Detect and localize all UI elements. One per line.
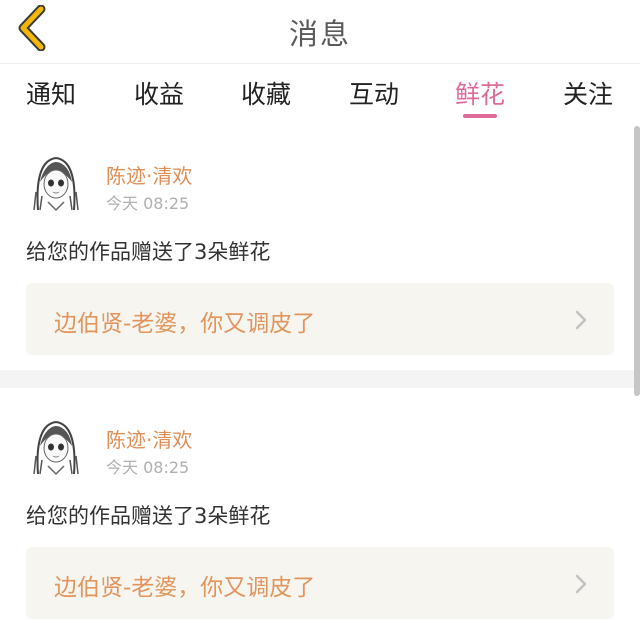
username[interactable]: 陈迹·清欢 (106, 424, 192, 453)
tab-notifications[interactable]: 通知 (22, 64, 80, 120)
work-link-card[interactable]: 边伯贤-老婆，你又调皮了 (26, 283, 614, 355)
scrollbar[interactable] (634, 126, 640, 396)
work-title: 边伯贤-老婆，你又调皮了 (54, 311, 316, 337)
message-text: 给您的作品赠送了3朵鲜花 (26, 504, 271, 528)
header-bar: 消息 (0, 0, 640, 64)
tab-bar: 通知 收益 收藏 互动 鲜花 关注 (0, 64, 640, 120)
back-chevron-icon (18, 5, 46, 51)
avatar[interactable] (30, 152, 82, 212)
tab-interactions[interactable]: 互动 (345, 64, 403, 120)
message-item: 陈迹·清欢 今天 08:25 给您的作品赠送了3朵鲜花 边伯贤-老婆，你又调皮了 (0, 120, 634, 370)
timestamp: 今天 08:25 (106, 458, 190, 477)
chevron-right-icon (575, 310, 587, 330)
timestamp: 今天 08:25 (106, 194, 190, 213)
work-link-card[interactable]: 边伯贤-老婆，你又调皮了 (26, 547, 614, 619)
messages-screen: 消息 通知 收益 收藏 互动 鲜花 关注 陈迹·清欢 今天 08:25 给您的作… (0, 0, 640, 631)
tab-earnings[interactable]: 收益 (130, 64, 188, 120)
tab-favorites[interactable]: 收藏 (237, 64, 295, 120)
tab-follows[interactable]: 关注 (559, 64, 617, 120)
work-title: 边伯贤-老婆，你又调皮了 (54, 575, 316, 601)
avatar[interactable] (30, 416, 82, 476)
page-title: 消息 (288, 16, 351, 51)
active-tab-indicator (463, 114, 497, 118)
message-text: 给您的作品赠送了3朵鲜花 (26, 240, 271, 264)
message-item: 陈迹·清欢 今天 08:25 给您的作品赠送了3朵鲜花 边伯贤-老婆，你又调皮了 (0, 384, 634, 631)
chevron-right-icon (575, 574, 587, 594)
tab-flowers[interactable]: 鲜花 (451, 64, 509, 120)
username[interactable]: 陈迹·清欢 (106, 160, 192, 189)
back-button[interactable] (12, 4, 52, 52)
